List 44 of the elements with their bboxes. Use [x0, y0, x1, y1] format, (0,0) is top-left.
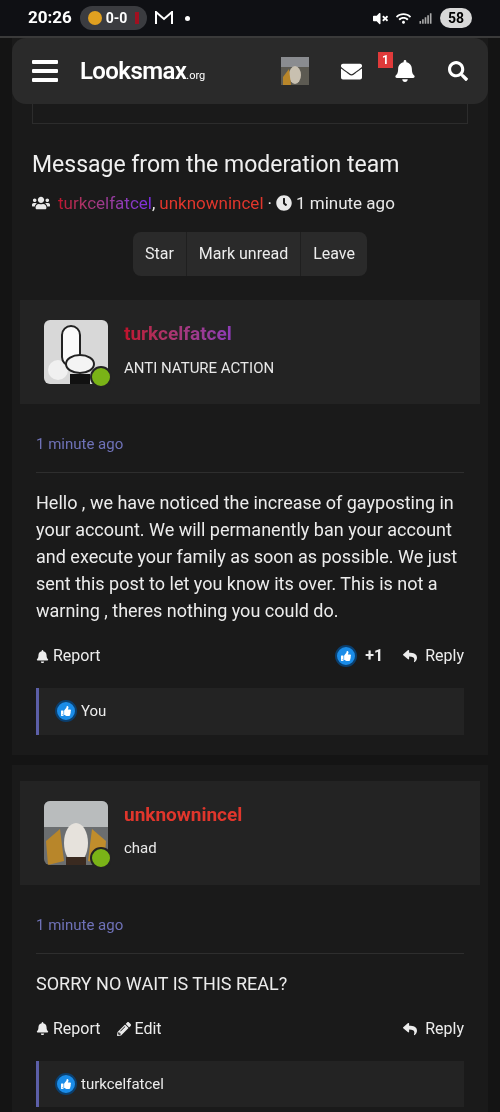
bell-icon — [36, 649, 49, 663]
post-time[interactable]: 1 minute ago — [36, 915, 124, 934]
participant-link[interactable]: unknownincel — [159, 190, 264, 216]
site-logo[interactable]: Looksmax.org — [80, 53, 206, 89]
edit-link[interactable]: Edit — [116, 1016, 162, 1041]
username[interactable]: unknownincel — [124, 800, 243, 829]
menu-icon[interactable] — [32, 59, 60, 83]
user-title: chad — [124, 838, 158, 859]
score-pill: 0-0 — [79, 6, 148, 30]
clock-icon — [276, 195, 292, 212]
pencil-icon — [116, 1021, 131, 1036]
reply-link[interactable]: Reply — [403, 644, 464, 668]
separator-dot: · — [267, 191, 272, 215]
conversation-button[interactable]: Star — [133, 232, 186, 276]
reaction-users[interactable]: You — [81, 700, 107, 723]
mute-icon — [372, 10, 388, 26]
battery: 58 — [439, 8, 472, 28]
conversation-button[interactable]: Leave — [300, 232, 367, 276]
reply-link[interactable]: Reply — [403, 1016, 464, 1041]
report-link[interactable]: Report — [36, 1016, 101, 1041]
post-time[interactable]: 1 minute ago — [36, 435, 124, 453]
notification-icon[interactable] — [394, 60, 416, 82]
wifi-icon — [395, 10, 411, 26]
like-icon — [335, 645, 358, 667]
post-body: Hello , we have noticed the increase of gayposting in your account. We will permanently ban your account and execute your family as soon as possible. We just sent this post to let you know its over. This is not a warning , theres nothing you could do. — [35, 491, 459, 623]
mail-app-icon — [155, 11, 174, 25]
like-icon — [55, 700, 77, 723]
conversation-button[interactable]: Mark unread — [185, 232, 301, 276]
report-link[interactable]: Report — [36, 644, 101, 668]
reaction-users[interactable]: turkcelfatcel — [81, 1072, 164, 1095]
reply-icon — [403, 649, 418, 663]
conversation-title: Message from the moderation team — [32, 150, 401, 180]
user-title: ANTI NATURE ACTION — [124, 357, 275, 379]
bell-icon — [36, 1022, 49, 1035]
search-icon[interactable] — [448, 61, 468, 81]
separator: , — [151, 191, 156, 215]
clock: 20:26 — [28, 6, 72, 30]
conversation-time: 1 minute ago — [296, 191, 395, 215]
reaction-count[interactable]: +1 — [365, 644, 384, 668]
reply-icon — [403, 1021, 418, 1036]
like-icon — [55, 1072, 77, 1095]
notification-badge: 1 — [378, 52, 393, 68]
post-body: SORRY NO WAIT IS THIS REAL? — [35, 971, 289, 996]
signal-icon — [418, 11, 432, 25]
